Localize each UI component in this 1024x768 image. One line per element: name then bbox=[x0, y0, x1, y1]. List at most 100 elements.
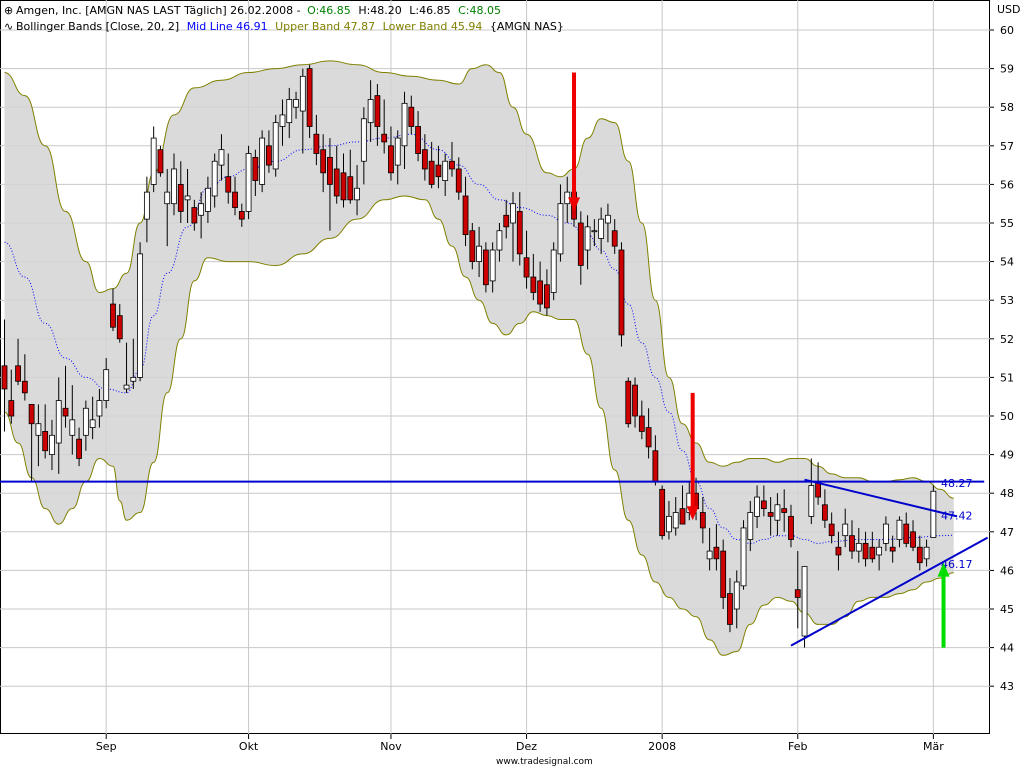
y-tick-label: 46 bbox=[1000, 564, 1014, 577]
candle-body bbox=[618, 249, 625, 336]
candle-body bbox=[774, 504, 781, 521]
legend-bb-sym: {AMGN NAS} bbox=[490, 20, 564, 33]
candle-body bbox=[577, 222, 584, 266]
candle-body bbox=[354, 187, 360, 201]
candle-body bbox=[421, 149, 428, 170]
level-label: 48.27 bbox=[941, 477, 973, 490]
x-tick-label: Dez bbox=[516, 740, 537, 753]
candle-body bbox=[605, 214, 611, 224]
candle-body bbox=[293, 99, 299, 108]
candle-body bbox=[49, 434, 55, 455]
y-tick-label: 55 bbox=[1000, 217, 1014, 230]
candle-body bbox=[347, 176, 354, 201]
candle-body bbox=[401, 102, 408, 147]
y-tick-label: 53 bbox=[1000, 294, 1014, 307]
candle-body bbox=[516, 211, 523, 255]
legend-bb-lower: Lower Band 45.94 bbox=[383, 20, 483, 33]
candle-body bbox=[15, 365, 21, 382]
candle-body bbox=[313, 133, 320, 154]
candle-body bbox=[123, 384, 130, 390]
candle-body bbox=[672, 512, 679, 529]
candle-body bbox=[930, 490, 937, 538]
y-tick-label: 50 bbox=[1000, 410, 1014, 423]
candle-body bbox=[455, 168, 462, 193]
x-tick-label: Nov bbox=[380, 740, 402, 753]
y-tick-label: 48 bbox=[1000, 487, 1014, 500]
currency-label: USD bbox=[997, 3, 1021, 16]
y-tick-label: 58 bbox=[1000, 101, 1014, 114]
candle-body bbox=[171, 168, 177, 205]
candle-body bbox=[767, 512, 774, 517]
candle-body bbox=[916, 546, 923, 564]
candle-body bbox=[550, 249, 557, 293]
candle-body bbox=[204, 187, 211, 212]
candle-body bbox=[103, 369, 110, 401]
y-axis: 43 44 45 46 47 48 49 50 51 52 53 54 55 56 57 58 59 60 bbox=[990, 24, 1014, 693]
candle-body bbox=[266, 145, 272, 166]
candle-body bbox=[428, 160, 435, 185]
legend-line1-icon: ⊕ bbox=[4, 4, 13, 17]
candle-body bbox=[740, 527, 747, 587]
y-tick-label: 57 bbox=[1000, 140, 1014, 153]
candle-body bbox=[360, 118, 367, 162]
candle-body bbox=[76, 438, 82, 459]
candle-body bbox=[557, 203, 564, 255]
y-tick-label: 59 bbox=[1000, 63, 1014, 76]
candle-body bbox=[299, 75, 306, 112]
candle-body bbox=[727, 593, 733, 625]
candle-body bbox=[523, 257, 530, 278]
candle-body bbox=[408, 106, 415, 127]
candle-body bbox=[489, 249, 496, 282]
candle-body bbox=[801, 566, 808, 637]
candle-body bbox=[754, 496, 760, 517]
y-tick-label: 52 bbox=[1000, 333, 1014, 346]
candle-body bbox=[760, 500, 767, 510]
candle-body bbox=[788, 515, 794, 540]
candle-body bbox=[96, 400, 103, 417]
candle-body bbox=[849, 535, 855, 552]
candle-body bbox=[449, 160, 455, 170]
candle-body bbox=[35, 423, 42, 436]
candle-body bbox=[238, 211, 245, 220]
candle-body bbox=[652, 450, 659, 483]
candle-body bbox=[225, 176, 232, 193]
y-tick-label: 56 bbox=[1000, 178, 1014, 191]
candle-body bbox=[143, 191, 150, 220]
candle-body bbox=[42, 431, 49, 452]
y-tick-label: 47 bbox=[1000, 526, 1014, 539]
candle-body bbox=[638, 415, 645, 432]
x-tick-label: Feb bbox=[788, 740, 807, 753]
price-chart: 48.2747.4246.17 434445464748495051525354… bbox=[0, 0, 1021, 767]
candle-body bbox=[679, 508, 686, 525]
legend-bb-name: Bollinger Bands [Close, 20, 2] bbox=[16, 20, 179, 33]
candle-body bbox=[706, 550, 713, 560]
candle-body bbox=[862, 542, 869, 560]
candle-body bbox=[794, 589, 801, 598]
legend-low: L:46.85 bbox=[409, 4, 450, 17]
x-axis: Sep Okt Nov Dez 2008 Feb Mär bbox=[96, 734, 944, 753]
candle-body bbox=[632, 384, 638, 417]
candle-body bbox=[645, 427, 652, 448]
candle-body bbox=[883, 523, 889, 544]
candle-body bbox=[245, 153, 252, 212]
candle-body bbox=[828, 523, 835, 537]
candle-body bbox=[381, 133, 388, 143]
candle-body bbox=[842, 523, 849, 537]
y-tick-label: 43 bbox=[1000, 680, 1014, 693]
svg-text:Bollinger Bands [Close, 20, 2]: Bollinger Bands [Close, 20, 2] Mid Line … bbox=[16, 20, 564, 33]
candle-body bbox=[157, 149, 164, 174]
candle-body bbox=[8, 400, 15, 417]
y-tick-label: 51 bbox=[1000, 371, 1014, 384]
candle-body bbox=[320, 149, 327, 174]
candle-body bbox=[720, 550, 727, 598]
candle-body bbox=[611, 230, 618, 247]
y-tick-label: 54 bbox=[1000, 256, 1014, 269]
candle-body bbox=[388, 145, 394, 174]
legend-line2-icon: ∿ bbox=[4, 20, 13, 33]
candle-body bbox=[272, 122, 279, 170]
candle-body bbox=[184, 195, 191, 201]
y-tick-label: 49 bbox=[1000, 449, 1014, 462]
candle-body bbox=[259, 137, 266, 185]
candle-body bbox=[855, 542, 862, 552]
candle-body bbox=[876, 546, 883, 556]
